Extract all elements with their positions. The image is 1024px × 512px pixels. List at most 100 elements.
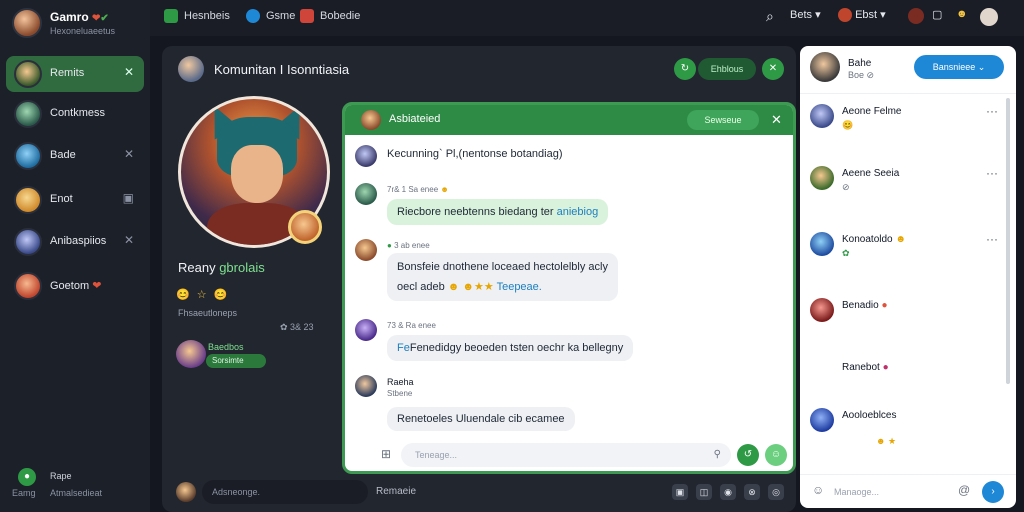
main-header: Komunitan I Isonntiasia ↻ Ehblous ✕: [178, 56, 784, 84]
more-icon[interactable]: ···: [986, 166, 998, 180]
brand[interactable]: Gamro ❤✔ Hexoneluaeetus: [12, 8, 142, 40]
sidebar-item-label: Anibaspiios: [50, 235, 107, 247]
chat-input[interactable]: Teneage... ⚲: [401, 443, 731, 467]
footer-label: Rape: [50, 471, 72, 481]
close-icon[interactable]: ✕: [771, 112, 782, 128]
main-footer: Adsneonge. Remaeie ▣ ◫ ◉ ⊗ ◎: [162, 476, 796, 512]
header-action-button[interactable]: Bansnieee ⌄: [914, 55, 1004, 79]
profile-avatar[interactable]: [980, 8, 998, 28]
sidebar-item-contkmess[interactable]: Contkmess: [6, 96, 144, 132]
attach-icon[interactable]: ⊞: [381, 447, 391, 461]
game-icon: [300, 9, 314, 23]
chat-input-row: ⊞ Teneage... ⚲ ↺ ☺: [345, 437, 793, 471]
avatar: [838, 8, 852, 23]
mini-tag: Baedbos: [208, 342, 244, 352]
language-select[interactable]: Bets ▾: [790, 8, 821, 28]
sidebar-item-remits[interactable]: Remits ✕: [6, 56, 144, 92]
more-icon[interactable]: ···: [986, 232, 998, 246]
search-icon[interactable]: ⌕: [766, 8, 774, 28]
sidebar-item-label: Remits: [50, 67, 85, 79]
sidebar-item-anibaspiios[interactable]: Anibaspiios ✕: [6, 224, 144, 260]
emoji-icon[interactable]: ☻: [956, 8, 968, 28]
avatar: [355, 239, 377, 261]
eye-icon[interactable]: ◎: [768, 484, 784, 500]
mini-pill[interactable]: Sorsimte: [206, 354, 266, 368]
scrollbar[interactable]: [1006, 98, 1010, 384]
more-icon[interactable]: ···: [986, 104, 998, 118]
emoji-button[interactable]: ☺: [765, 444, 787, 466]
close-icon[interactable]: ✕: [762, 58, 784, 80]
message-meta: ● 3 ab enee: [387, 241, 430, 250]
message-input[interactable]: Manaoge...: [834, 481, 974, 503]
contact-name: Benadio ●: [842, 300, 888, 311]
nav-gsme[interactable]: Gsme: [246, 9, 295, 27]
message-bubble: Riecbore neebtenns biedang ter aniebiog: [387, 199, 609, 225]
avatar: [14, 142, 42, 170]
contact-status: 😊: [842, 120, 854, 130]
badge-avatar: [288, 210, 322, 244]
link-icon[interactable]: ⚲: [714, 443, 721, 467]
message-icon[interactable]: ▣: [123, 191, 134, 205]
heart-icon: ❤: [92, 280, 102, 292]
user-menu[interactable]: Ebst ▾: [838, 8, 886, 28]
brand-title: Gamro ❤✔: [50, 10, 109, 24]
camera-icon[interactable]: ◉: [720, 484, 736, 500]
avatar: [355, 319, 377, 341]
profile-count: ✿ 3& 23: [280, 322, 314, 332]
close-icon[interactable]: ✕: [124, 147, 134, 161]
sidebar-item-label: Enot: [50, 193, 73, 205]
sidebar-footer: ● Rape Eamg Atmalsedieat: [12, 466, 142, 502]
contact-status: ✿: [842, 248, 850, 258]
profile-subtitle: Fhsaeutloneps: [178, 308, 238, 318]
avatar: [14, 60, 42, 88]
leaf-icon: [164, 9, 178, 23]
image-icon[interactable]: ▣: [672, 484, 688, 500]
avatar: [810, 52, 840, 82]
footer-label: Atmalsedieat: [50, 488, 103, 498]
contact-status: Boe ⊘: [848, 70, 875, 80]
avatar: [361, 110, 381, 130]
avatar: [810, 408, 834, 432]
main-panel: Komunitan I Isonntiasia ↻ Ehblous ✕ Rean…: [162, 46, 796, 512]
at-icon[interactable]: @: [958, 483, 970, 497]
avatar: [810, 104, 834, 128]
avatar: [14, 100, 42, 128]
close-icon[interactable]: ✕: [124, 65, 134, 79]
message-link[interactable]: Teepeae.: [497, 281, 542, 293]
send-button[interactable]: ›: [982, 481, 1004, 503]
brand-subtitle: Hexoneluaeetus: [50, 26, 116, 36]
footer-label: Eamg: [12, 488, 36, 498]
nav-hesnbeis[interactable]: Hesnbeis: [164, 9, 230, 27]
game-icon[interactable]: ⊗: [744, 484, 760, 500]
avatar: [810, 166, 834, 190]
gallery-icon[interactable]: ◫: [696, 484, 712, 500]
refresh-icon[interactable]: ↻: [674, 58, 696, 80]
message-meta: 7r& 1 Sa enee ☻: [387, 185, 449, 194]
contact-name: Bahe: [848, 58, 872, 69]
close-icon[interactable]: ✕: [124, 233, 134, 247]
contact-name: Aooloeblces: [842, 410, 897, 421]
status-icon[interactable]: ●: [18, 468, 36, 486]
sidebar-item-bade[interactable]: Bade ✕: [6, 138, 144, 174]
sidebar-item-enot[interactable]: Enot ▣: [6, 182, 144, 218]
shield-icon: [246, 9, 260, 23]
avatar[interactable]: [176, 340, 206, 368]
message-text: Bonsfeie dnothene loceaed hectolelbly ac…: [397, 261, 608, 273]
sidebar-item-goetom[interactable]: Goetom ❤: [6, 268, 144, 304]
contact-status: ⊘: [842, 182, 850, 192]
compose-input[interactable]: Adsneonge.: [202, 480, 368, 504]
message-bubble: Renetoeles Uluendale cib ecamee: [387, 407, 575, 431]
window-icon[interactable]: ▢: [932, 8, 942, 28]
avatar: [14, 186, 42, 214]
chat-action-button[interactable]: Sewseue: [687, 110, 759, 130]
page-title: Komunitan I Isonntiasia: [214, 62, 350, 77]
emoji-icon[interactable]: ☺: [812, 483, 824, 497]
chat-header: Asbiateied Sewseue ✕: [345, 105, 793, 135]
nav-bobedie[interactable]: Bobedie: [300, 9, 360, 27]
avatar[interactable]: [908, 8, 924, 28]
message-meta: Stbene: [387, 389, 413, 398]
message-bubble: Bonsfeie dnothene loceaed hectolelbly ac…: [387, 253, 618, 301]
emoji-icon: ☻ ☻★★: [447, 281, 494, 293]
send-button[interactable]: ↺: [737, 444, 759, 466]
status-pill[interactable]: Ehblous: [698, 58, 756, 80]
